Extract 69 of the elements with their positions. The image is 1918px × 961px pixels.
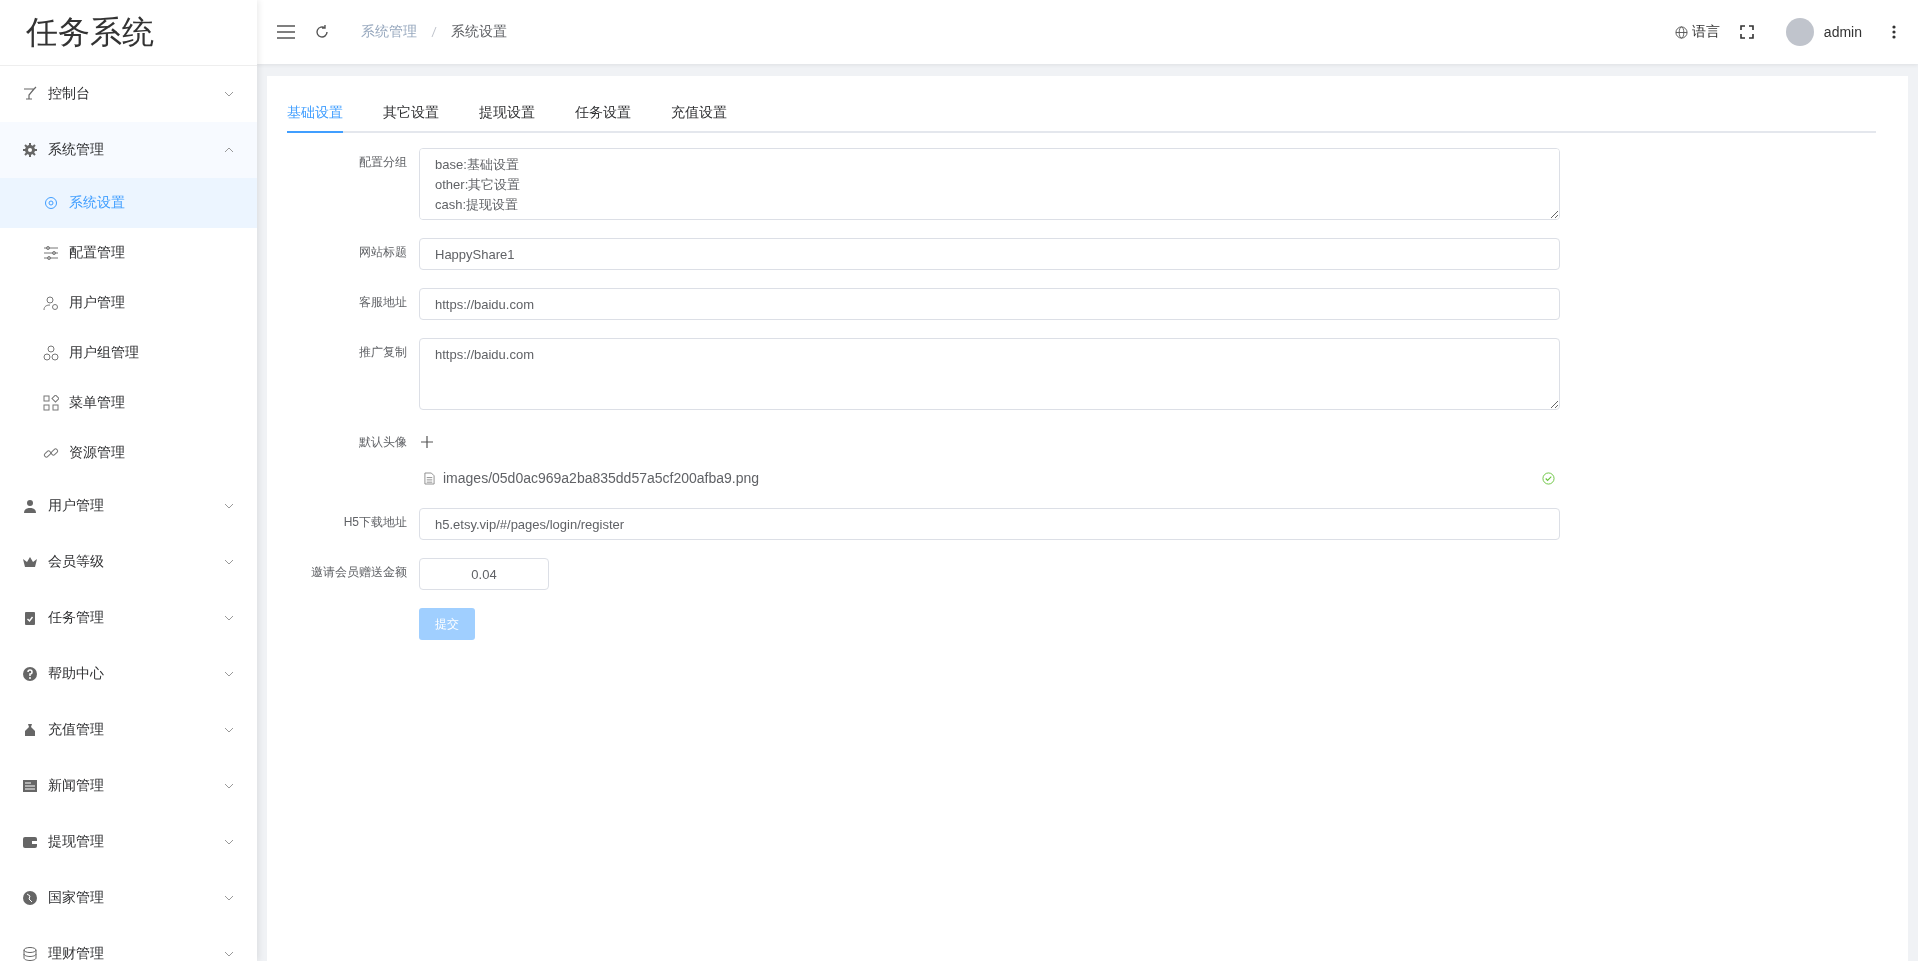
sidebar-item[interactable]: 新闻管理 [0, 758, 257, 814]
field-label: 推广复制 [358, 344, 408, 361]
news-icon [22, 778, 38, 794]
input-field[interactable]: h5.etsy.vip/#/pages/login/register [419, 508, 1560, 540]
field-label: 邀请会员赠送金额 [310, 564, 408, 581]
user-name[interactable]: admin [1823, 24, 1862, 40]
field-label: 默认头像 [358, 434, 408, 451]
tab[interactable]: 任务设置 [575, 104, 631, 133]
menu-label: 理财管理 [48, 945, 105, 961]
sidebar-item[interactable]: 系统管理 [0, 122, 257, 178]
user-icon [22, 498, 38, 514]
input-field[interactable]: https://baidu.com [419, 288, 1560, 320]
file-item[interactable]: images/05d0ac969a2ba835dd57a5cf200afba9.png [419, 466, 1560, 490]
sidebar-item[interactable]: 国家管理 [0, 870, 257, 926]
clipboard-icon [22, 610, 38, 626]
submenu-item[interactable]: 资源管理 [0, 428, 257, 478]
add-icon[interactable] [421, 436, 433, 448]
sidebar-item[interactable]: 任务管理 [0, 590, 257, 646]
sidebar-item[interactable]: 理财管理 [0, 926, 257, 961]
menu-label: 会员等级 [48, 553, 105, 571]
field-label: 配置分组 [358, 154, 408, 171]
submenu-item[interactable]: 配置管理 [0, 228, 257, 278]
field-label: 客服地址 [358, 294, 408, 311]
grid-icon [43, 395, 59, 411]
sidebar-item[interactable]: 会员等级 [0, 534, 257, 590]
menu-label: 用户管理 [48, 497, 105, 515]
menu-label: 系统管理 [48, 141, 105, 159]
menu-label: 任务管理 [48, 609, 105, 627]
document-icon [424, 471, 435, 485]
group-icon [43, 345, 59, 361]
sidebar-item[interactable]: 帮助中心 [0, 646, 257, 702]
sliders-icon [43, 245, 59, 261]
breadcrumb-item[interactable]: 系统设置 [451, 23, 507, 41]
menu-icon[interactable] [277, 25, 295, 39]
sidebar-item[interactable]: 控制台 [0, 66, 257, 122]
bag-icon [22, 722, 38, 738]
db-icon [22, 946, 38, 961]
fullscreen-icon[interactable] [1739, 25, 1754, 39]
field-label: 网站标题 [358, 244, 408, 261]
text-area[interactable]: base:基础设置 other:其它设置 cash:提现设置 [419, 148, 1560, 220]
submenu-item[interactable]: 菜单管理 [0, 378, 257, 428]
tab[interactable]: 其它设置 [383, 104, 439, 133]
menu-label: 充值管理 [48, 721, 105, 739]
wallet-icon [22, 834, 38, 850]
submenu-item[interactable]: 用户组管理 [0, 328, 257, 378]
help-icon [22, 666, 38, 682]
submenu-item[interactable]: 用户管理 [0, 278, 257, 328]
number-field[interactable]: 0.04 [419, 558, 549, 590]
language-button[interactable]: 语言 [1674, 23, 1720, 41]
gear-icon [22, 142, 38, 158]
text-area[interactable]: https://baidu.com [419, 338, 1560, 410]
breadcrumb-separator-icon [431, 26, 437, 38]
sidebar-item[interactable]: 提现管理 [0, 814, 257, 870]
menu-label: 控制台 [48, 85, 91, 103]
input-field[interactable]: HappyShare1 [419, 238, 1560, 270]
user-o-icon [43, 295, 59, 311]
field-label: H5下载地址 [342, 514, 408, 531]
tab[interactable]: 提现设置 [479, 104, 535, 133]
refresh-icon[interactable] [315, 25, 329, 39]
sidebar-item[interactable]: 充值管理 [0, 702, 257, 758]
more-icon[interactable] [1892, 25, 1896, 39]
sidebar-item[interactable]: 用户管理 [0, 478, 257, 534]
file-name: images/05d0ac969a2ba835dd57a5cf200afba9.png [443, 470, 760, 486]
link-icon [43, 445, 59, 461]
tab[interactable]: 充值设置 [671, 104, 727, 133]
menu-label: 提现管理 [48, 833, 105, 851]
menu-label: 新闻管理 [48, 777, 105, 795]
menu-label: 帮助中心 [48, 665, 105, 683]
menu-label: 国家管理 [48, 889, 105, 907]
